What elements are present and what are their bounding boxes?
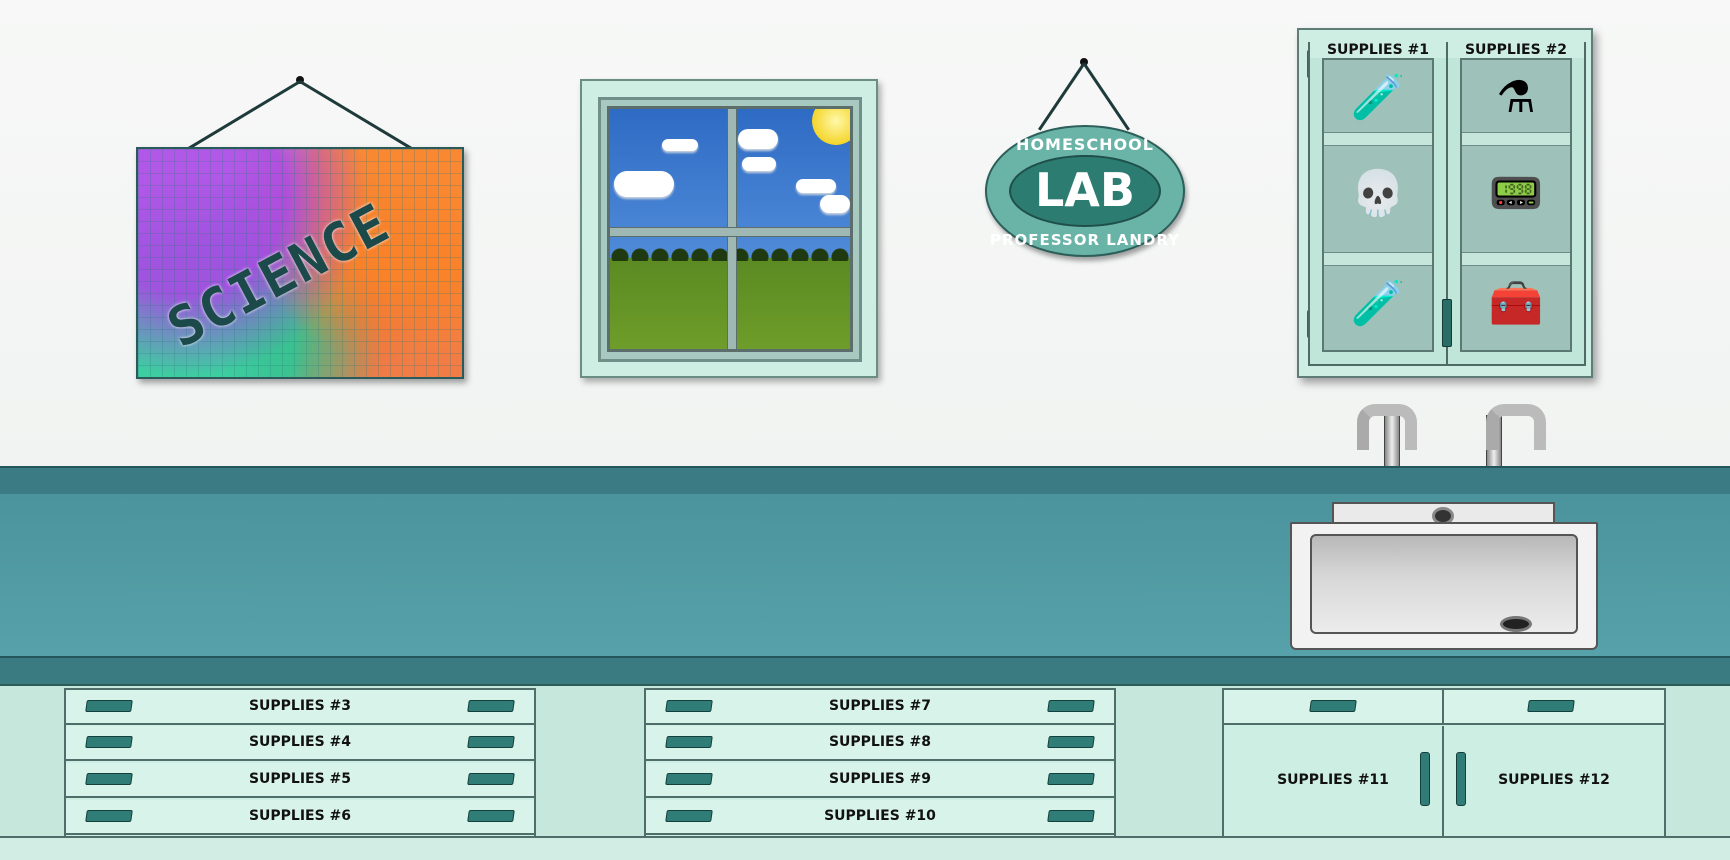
- drawer-supplies-5[interactable]: SUPPLIES #5: [66, 763, 534, 798]
- cupboard-door-supplies-12[interactable]: SUPPLIES #12: [1444, 726, 1664, 836]
- window-frame: [598, 97, 862, 362]
- drawer-supplies-8[interactable]: SUPPLIES #8: [646, 726, 1114, 761]
- sign-top-text: HOMESCHOOL: [1016, 135, 1154, 154]
- sun-icon: [812, 109, 850, 145]
- sink-basin: [1310, 534, 1578, 634]
- cupboard-label: SUPPLIES #11: [1277, 772, 1389, 788]
- drawer-pull[interactable]: [467, 736, 515, 748]
- drawer-supplies-10[interactable]: SUPPLIES #10: [646, 800, 1114, 835]
- drawer-supplies-6[interactable]: SUPPLIES #6: [66, 800, 534, 835]
- cabinet-door-supplies-2[interactable]: SUPPLIES #2 ⚗ 📟 🧰: [1442, 42, 1586, 366]
- cupboard-unit: SUPPLIES #11 SUPPLIES #12: [1222, 688, 1666, 838]
- drawer-supplies-7[interactable]: SUPPLIES #7: [646, 690, 1114, 725]
- sink[interactable]: [1290, 522, 1598, 650]
- cabinet-plinth: [0, 836, 1730, 860]
- test-tube-rack-icon[interactable]: 🧪: [1324, 282, 1432, 326]
- drawer-stack-middle: SUPPLIES #7 SUPPLIES #8 SUPPLIES #9 SUPP…: [644, 688, 1116, 838]
- drawer-pull[interactable]: [1047, 700, 1095, 712]
- drawer-label: SUPPLIES #5: [248, 771, 352, 787]
- cloud-icon: [662, 139, 698, 151]
- drawer-pull[interactable]: [1527, 700, 1575, 712]
- drawer-label: SUPPLIES #4: [248, 734, 352, 750]
- drawer-label: SUPPLIES #9: [828, 771, 932, 787]
- sign-bottom-text: PROFESSOR LANDRY: [989, 231, 1180, 249]
- cabinet-label: SUPPLIES #2: [1448, 42, 1584, 58]
- window-transom: [610, 227, 850, 237]
- multimeter-icon[interactable]: 📟: [1462, 172, 1570, 216]
- cupboard-label: SUPPLIES #12: [1498, 772, 1610, 788]
- beaker-icon[interactable]: 🧪: [1324, 76, 1432, 120]
- dissection-kit-icon[interactable]: 🧰: [1462, 282, 1570, 326]
- wall-cabinet: SUPPLIES #1 🧪 💀 🧪 SUPPLIES #2 ⚗ 📟 🧰: [1297, 28, 1593, 378]
- drawer-pull[interactable]: [1047, 773, 1095, 785]
- window[interactable]: [580, 79, 878, 378]
- sign-center: LAB: [1009, 155, 1161, 227]
- drawer-label: SUPPLIES #7: [828, 698, 932, 714]
- sign-main-text: LAB: [1035, 163, 1135, 217]
- cupboard-top-drawer-left[interactable]: [1224, 690, 1444, 725]
- science-poster[interactable]: SCIENCE: [136, 147, 464, 379]
- cupboard-door-supplies-11[interactable]: SUPPLIES #11: [1224, 726, 1444, 836]
- drawer-supplies-4[interactable]: SUPPLIES #4: [66, 726, 534, 761]
- flask-icon[interactable]: ⚗: [1462, 76, 1570, 120]
- cloud-icon: [614, 171, 674, 197]
- cloud-icon: [796, 179, 836, 193]
- drain-icon[interactable]: [1500, 616, 1532, 632]
- shelf: [1462, 252, 1570, 266]
- drawer-pull[interactable]: [1309, 700, 1357, 712]
- drawer-pull[interactable]: [467, 810, 515, 822]
- drawer-pull[interactable]: [467, 700, 515, 712]
- drawer-pull[interactable]: [1047, 736, 1095, 748]
- cupboard-top-drawer-right[interactable]: [1444, 690, 1664, 725]
- cabinet-glass: ⚗ 📟 🧰: [1460, 58, 1572, 352]
- drawer-label: SUPPLIES #3: [248, 698, 352, 714]
- cabinet-glass: 🧪 💀 🧪: [1322, 58, 1434, 352]
- cabinet-door-supplies-1[interactable]: SUPPLIES #1 🧪 💀 🧪: [1308, 42, 1452, 366]
- window-view: [607, 106, 853, 352]
- skull-icon[interactable]: 💀: [1324, 172, 1432, 216]
- hot-faucet-spout: [1357, 404, 1417, 450]
- drawer-label: SUPPLIES #6: [248, 808, 352, 824]
- cold-faucet-spout: [1486, 404, 1546, 450]
- door-pull[interactable]: [1456, 752, 1466, 806]
- cloud-icon: [738, 129, 778, 149]
- drawer-supplies-9[interactable]: SUPPLIES #9: [646, 763, 1114, 798]
- door-pull[interactable]: [1420, 752, 1430, 806]
- shelf: [1324, 132, 1432, 146]
- drawer-supplies-3[interactable]: SUPPLIES #3: [66, 690, 534, 725]
- shelf: [1324, 252, 1432, 266]
- drawer-label: SUPPLIES #10: [824, 808, 936, 824]
- shelf: [1462, 132, 1570, 146]
- cloud-icon: [820, 195, 850, 213]
- lab-sign[interactable]: HOMESCHOOL LAB PROFESSOR LANDRY: [985, 125, 1185, 257]
- drawer-label: SUPPLIES #8: [828, 734, 932, 750]
- cloud-icon: [742, 157, 776, 171]
- drawer-stack-left: SUPPLIES #3 SUPPLIES #4 SUPPLIES #5 SUPP…: [64, 688, 536, 838]
- drawer-pull[interactable]: [1047, 810, 1095, 822]
- cabinet-label: SUPPLIES #1: [1310, 42, 1446, 58]
- drawer-pull[interactable]: [467, 773, 515, 785]
- cabinet-handle[interactable]: [1442, 299, 1452, 347]
